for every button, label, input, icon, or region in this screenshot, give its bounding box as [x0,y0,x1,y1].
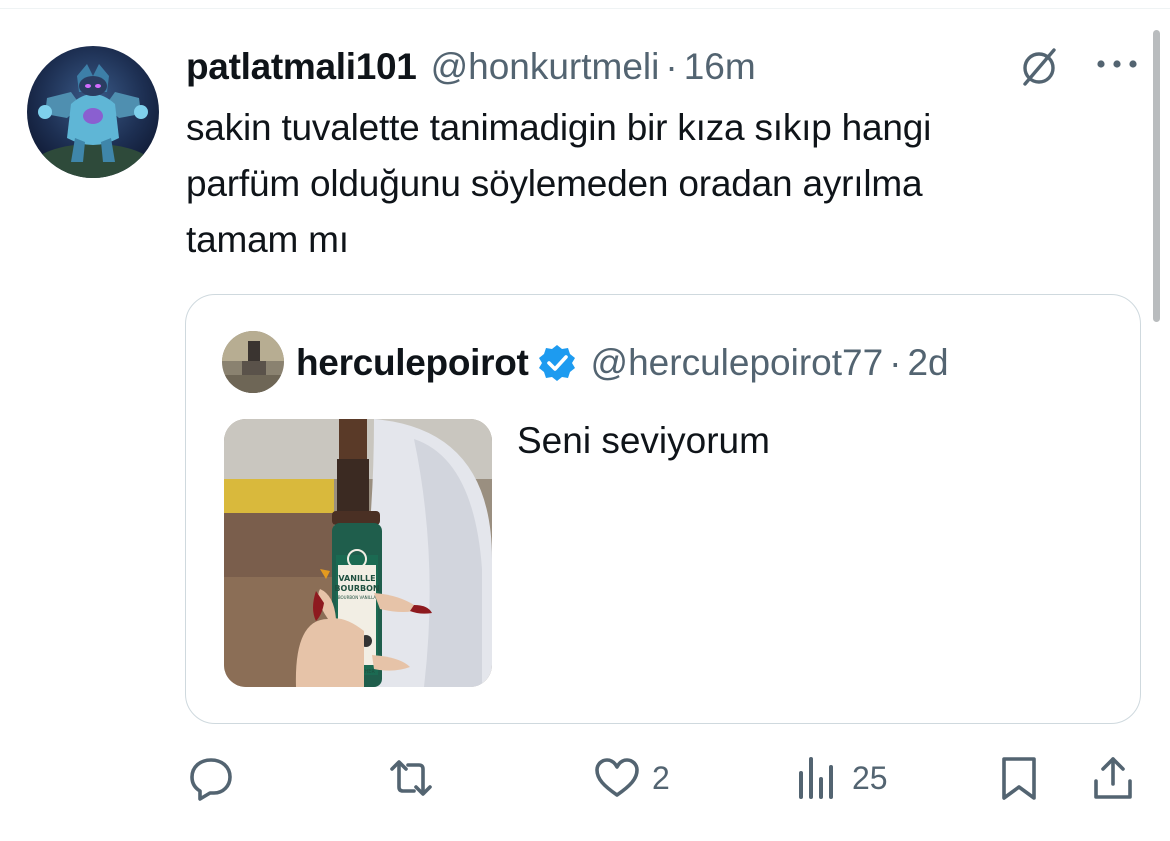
bookmark-button[interactable] [994,750,1044,806]
perfume-photo: VANILLE BOURBON BOURBON VANILLA YVES ROC… [224,419,492,687]
views-button[interactable]: 25 [792,750,888,806]
tweet-header: patlatmali101 @honkurtmeli · 16m [186,40,756,94]
reply-icon [190,758,232,801]
quoted-handle[interactable]: @herculepoirot77 [591,342,884,384]
avatar-image [27,46,159,178]
tweet-action-bar: 2 25 [0,750,1170,806]
quoted-tweet-card[interactable]: herculepoirot @herculepoirot77 · 2d VANI… [185,294,1141,724]
share-icon [1094,757,1132,799]
perfume-label-line1: VANILLE [338,574,375,583]
tweet-text-line: parfüm olduğunu söylemeden oradan ayrılm… [186,163,923,204]
reply-button[interactable] [186,750,236,806]
quoted-media-image[interactable]: VANILLE BOURBON BOURBON VANILLA YVES ROC… [224,419,492,687]
tweet-text: sakin tuvalette tanimadigin bir kıza sık… [186,100,1136,268]
quoted-tweet-header: herculepoirot @herculepoirot77 · 2d [296,335,949,391]
author-avatar[interactable] [27,46,159,178]
repost-icon [390,760,432,796]
separator-dot: · [665,46,678,87]
repost-button[interactable] [386,750,436,806]
separator-dot: · [889,342,902,383]
like-button[interactable]: 2 [592,750,670,806]
tweet-text-line: sakin tuvalette tanimadigin bir kıza sık… [186,107,932,148]
bookmark-icon [1002,757,1036,800]
tweet-timestamp[interactable]: 16m [684,46,756,88]
perfume-label-line2: BOURBON [334,584,379,593]
quoted-author-avatar[interactable] [222,331,284,393]
grok-icon[interactable] [1016,44,1062,90]
top-divider [0,8,1170,9]
more-options-icon[interactable] [1094,52,1140,76]
quoted-timestamp[interactable]: 2d [907,342,948,384]
like-count: 2 [652,759,670,796]
perfume-label-line3: BOURBON VANILLA [338,595,377,600]
tweet-text-line: tamam mı [186,219,349,260]
quoted-display-name[interactable]: herculepoirot [296,342,529,384]
quoted-tweet-text: Seni seviyorum [517,420,770,461]
verified-badge-icon[interactable] [537,343,577,383]
author-display-name[interactable]: patlatmali101 [186,46,417,88]
quoted-avatar-image [222,331,284,393]
scrollbar[interactable] [1153,30,1160,322]
author-handle[interactable]: @honkurtmeli [431,46,660,88]
views-count: 25 [852,759,888,796]
views-icon [799,757,833,799]
like-icon [595,758,639,797]
share-button[interactable] [1088,750,1138,806]
